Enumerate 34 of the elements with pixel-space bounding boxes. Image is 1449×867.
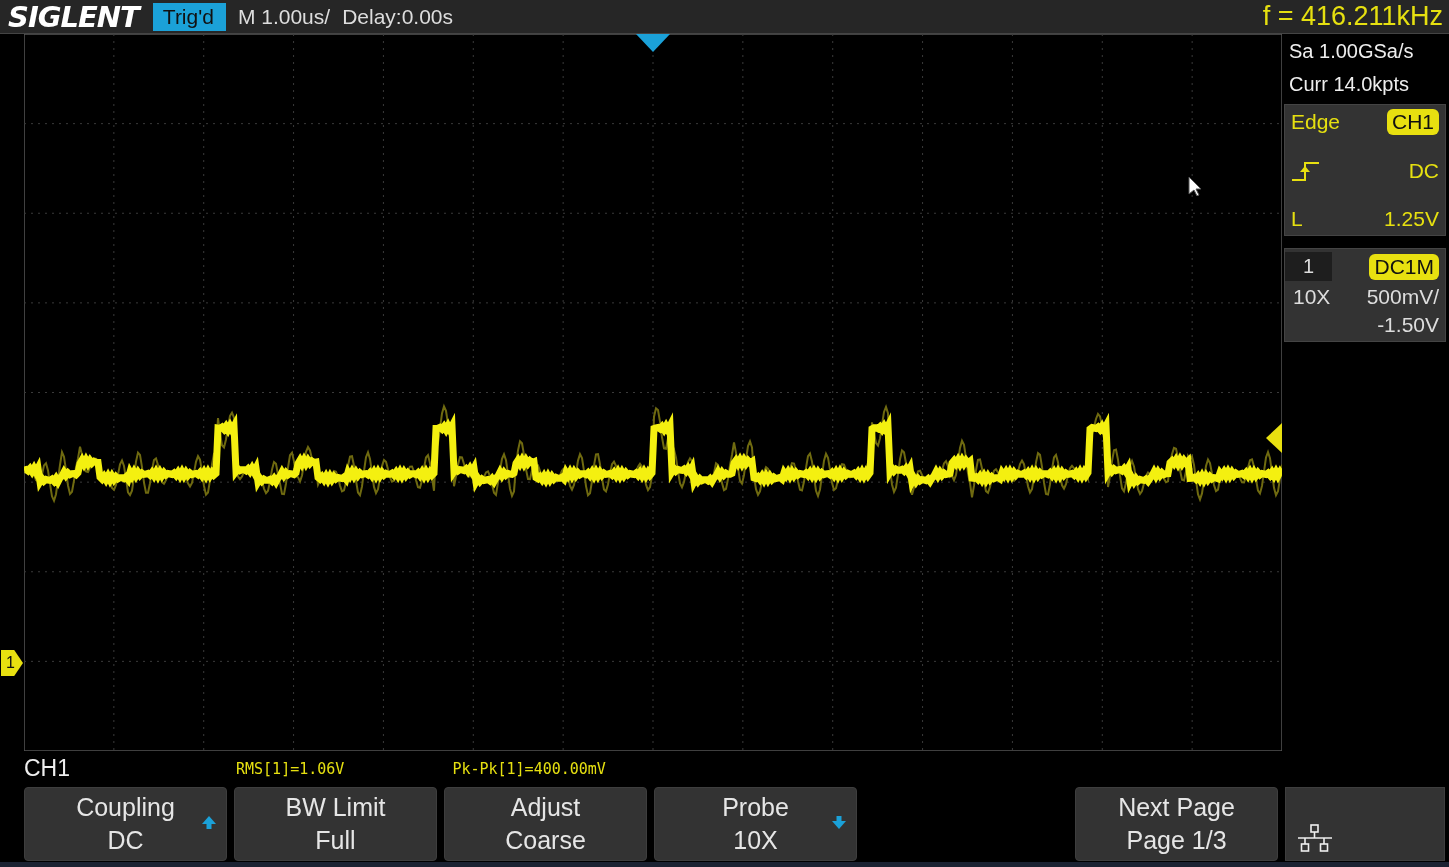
channel-marker[interactable]: 1	[1, 650, 23, 676]
vertical-offset: -1.50V	[1376, 313, 1439, 337]
measurement-reading: RMS[1]=1.06V	[236, 759, 345, 778]
sample-rate: Sa 1.00GSa/s	[1288, 39, 1415, 64]
softkey-button[interactable]: Adjust Coarse	[444, 786, 647, 861]
mouse-pointer-icon	[1188, 176, 1204, 196]
trigger-status: Trig'd	[152, 2, 226, 31]
frequency-reading: f = 416.211kHz	[1262, 1, 1443, 32]
trigger-panel[interactable]: Edge CH1 DC L 1.25V	[1284, 104, 1446, 236]
trigger-level-label: L	[1291, 207, 1303, 231]
softkey-button[interactable]: BW Limit Full	[234, 786, 437, 861]
softkey-button[interactable]: Coupling DC	[24, 786, 227, 861]
network-button[interactable]	[1285, 786, 1445, 861]
channel-panel[interactable]: 1 DC1M 10X 500mV/ -1.50V	[1284, 248, 1446, 342]
trigger-level-marker[interactable]	[1266, 423, 1282, 453]
menu-title: CH1	[24, 755, 71, 783]
channel-number: 1	[1285, 252, 1333, 281]
channel-coupling: DC1M	[1369, 253, 1439, 280]
rising-edge-icon	[1291, 160, 1321, 182]
delay-reading: Delay:0.00s	[342, 4, 454, 29]
network-icon	[1296, 823, 1334, 854]
timebase-reading: M 1.00us/	[237, 4, 331, 29]
memory-depth: Curr 14.0kpts	[1288, 72, 1411, 97]
trigger-level-reading: 1.25V	[1384, 207, 1439, 231]
measurement-reading: Pk-Pk[1]=400.00mV	[452, 759, 606, 778]
softkey-button[interactable]: Probe 10X	[654, 786, 857, 861]
vertical-scale: 500mV/	[1366, 285, 1439, 309]
down-arrow-icon	[832, 815, 846, 829]
trigger-source: CH1	[1387, 109, 1439, 135]
up-arrow-icon	[202, 815, 216, 829]
trigger-coupling: DC	[1408, 159, 1439, 183]
trigger-type: Edge	[1291, 110, 1341, 134]
probe-ratio: 10X	[1292, 285, 1331, 309]
softkey-button[interactable]: Next Page Page 1/3	[1075, 786, 1278, 861]
